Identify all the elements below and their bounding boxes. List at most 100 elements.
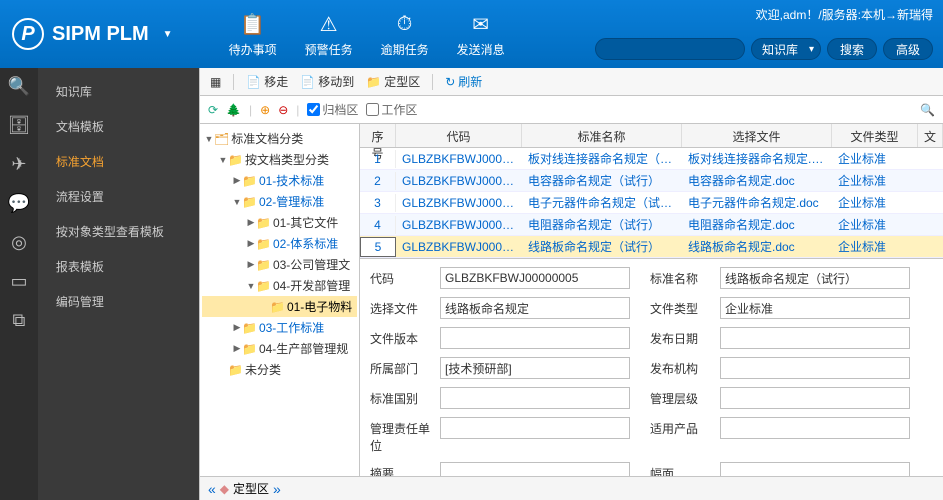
module-icon-7[interactable]: ⧉ <box>13 310 26 331</box>
logo[interactable]: P SIPM PLM ▼ <box>0 18 185 50</box>
field-selFile[interactable] <box>440 297 630 319</box>
nav-item-4[interactable]: 按对象类型查看模板 <box>38 214 199 249</box>
field-pubDate[interactable] <box>720 327 910 349</box>
search-button[interactable]: 搜索 <box>827 38 877 60</box>
category-tree: ▼🗂标准文档分类▼📁按文档类型分类▶📁01-技术标准▼📁02-管理标准▶📁01-… <box>200 124 360 476</box>
nav-item-1[interactable]: 文档模板 <box>38 109 199 144</box>
move-button[interactable]: 📄移走 <box>246 73 288 90</box>
tree-node-9[interactable]: ▶📁03-工作标准 <box>202 317 357 338</box>
module-icon-2[interactable]: 🗄 <box>8 115 31 136</box>
archive-checkbox[interactable]: 归档区 <box>307 101 358 118</box>
detail-row: 文件版本发布日期 <box>370 327 933 349</box>
tree-node-3[interactable]: ▼📁02-管理标准 <box>202 191 357 212</box>
col-header-3[interactable]: 选择文件 <box>682 124 832 147</box>
content: ▼🗂标准文档分类▼📁按文档类型分类▶📁01-技术标准▼📁02-管理标准▶📁01-… <box>200 124 943 476</box>
field-mgmtLevel[interactable] <box>720 387 910 409</box>
tree-node-5[interactable]: ▶📁02-体系标准 <box>202 233 357 254</box>
tree-node-8[interactable]: 📁01-电子物料 <box>202 296 357 317</box>
col-header-0[interactable]: 序号 <box>360 124 396 147</box>
chevron-down-icon[interactable]: ▼ <box>163 29 173 40</box>
search-scope-combo[interactable]: 知识库 <box>751 38 821 60</box>
field-dept[interactable] <box>440 357 630 379</box>
detail-row: 管理责任单位适用产品 <box>370 417 933 454</box>
icon-sidebar: 🔍 🗄 ✈ 💬 ◎ ▭ ⧉ <box>0 68 38 500</box>
table-row[interactable]: 3GLBZBKFBWJ0000...电子元器件命名规定（试行）电子元器件命名规定… <box>360 192 943 214</box>
nav-item-6[interactable]: 编码管理 <box>38 284 199 319</box>
field-stdName[interactable] <box>720 267 910 289</box>
table-row[interactable]: 1GLBZBKFBWJ0000...板对线连接器命名规定（试...板对线连接器命… <box>360 148 943 170</box>
tree-node-2[interactable]: ▶📁01-技术标准 <box>202 170 357 191</box>
main-area: ▦ 📄移走 📄移动到 📁定型区 ↻ 刷新 ⟳ 🌲 | ⊕ ⊖ | 归档区 工作区… <box>199 68 943 500</box>
data-grid: 序号代码标准名称选择文件文件类型文 1GLBZBKFBWJ0000...板对线连… <box>360 124 943 476</box>
tree-icon[interactable]: 🌲 <box>226 103 241 117</box>
module-icon-4[interactable]: 💬 <box>8 193 30 214</box>
field-fileVer[interactable] <box>440 327 630 349</box>
col-header-2[interactable]: 标准名称 <box>522 124 682 147</box>
add-icon[interactable]: ⊕ <box>260 103 270 117</box>
field-fileType[interactable] <box>720 297 910 319</box>
header-btn-0[interactable]: 📋待办事项 <box>215 7 291 62</box>
work-checkbox[interactable]: 工作区 <box>366 101 417 118</box>
remove-icon[interactable]: ⊖ <box>278 103 288 117</box>
grid-header: 序号代码标准名称选择文件文件类型文 <box>360 124 943 148</box>
header-btn-1[interactable]: ⚠预警任务 <box>291 7 367 62</box>
module-icon-1[interactable]: 🔍 <box>8 76 30 97</box>
table-row[interactable]: 2GLBZBKFBWJ0000...电容器命名规定（试行）电容器命名规定.doc… <box>360 170 943 192</box>
detail-row: 所属部门发布机构 <box>370 357 933 379</box>
bracket-right-icon[interactable]: » <box>273 481 281 497</box>
bracket-left-icon[interactable]: « <box>208 481 216 497</box>
search-icon[interactable]: 🔍 <box>920 103 935 117</box>
module-icon-5[interactable]: ◎ <box>11 232 27 253</box>
search-input[interactable] <box>595 38 745 60</box>
tree-node-0[interactable]: ▼🗂标准文档分类 <box>202 128 357 149</box>
refresh-button[interactable]: ↻ 刷新 <box>445 73 482 90</box>
nav-item-5[interactable]: 报表模板 <box>38 249 199 284</box>
header-buttons: 📋待办事项⚠预警任务⏱逾期任务✉发送消息 <box>215 7 519 62</box>
header-btn-3[interactable]: ✉发送消息 <box>443 7 519 62</box>
field-width[interactable] <box>720 462 910 476</box>
advanced-button[interactable]: 高级 <box>883 38 933 60</box>
tree-node-11[interactable]: 📁未分类 <box>202 359 357 380</box>
col-header-1[interactable]: 代码 <box>396 124 522 147</box>
table-row[interactable]: 4GLBZBKFBWJ0000...电阻器命名规定（试行）电阻器命名规定.doc… <box>360 214 943 236</box>
reload-icon[interactable]: ⟳ <box>208 103 218 117</box>
search-scope-label: 知识库 <box>762 41 798 58</box>
nav-item-3[interactable]: 流程设置 <box>38 179 199 214</box>
header-search: 知识库 搜索 高级 <box>595 38 933 60</box>
tree-node-7[interactable]: ▼📁04-开发部管理 <box>202 275 357 296</box>
nav-item-0[interactable]: 知识库 <box>38 74 199 109</box>
field-summary[interactable] <box>440 462 630 476</box>
detail-row: 选择文件文件类型 <box>370 297 933 319</box>
nav-item-2[interactable]: 标准文档 <box>38 144 199 179</box>
toolbar: ▦ 📄移走 📄移动到 📁定型区 ↻ 刷新 <box>200 68 943 96</box>
tree-node-10[interactable]: ▶📁04-生产部管理规 <box>202 338 357 359</box>
body: 🔍 🗄 ✈ 💬 ◎ ▭ ⧉ 知识库文档模板标准文档流程设置按对象类型查看模板报表… <box>0 68 943 500</box>
col-header-4[interactable]: 文件类型 <box>832 124 918 147</box>
field-stdCountry[interactable] <box>440 387 630 409</box>
field-pubOrg[interactable] <box>720 357 910 379</box>
header: P SIPM PLM ▼ 📋待办事项⚠预警任务⏱逾期任务✉发送消息 欢迎,adm… <box>0 0 943 68</box>
welcome-text: 欢迎,adm！/服务器:本机→新瑞得 <box>756 6 933 23</box>
module-icon-6[interactable]: ▭ <box>10 271 27 292</box>
tree-node-6[interactable]: ▶📁03-公司管理文 <box>202 254 357 275</box>
grid-body: 1GLBZBKFBWJ0000...板对线连接器命名规定（试...板对线连接器命… <box>360 148 943 258</box>
stereo-button[interactable]: 📁定型区 <box>366 73 420 90</box>
footer-tab[interactable]: 定型区 <box>233 480 269 497</box>
field-mgmtUnit[interactable] <box>440 417 630 439</box>
header-btn-2[interactable]: ⏱逾期任务 <box>367 7 443 62</box>
toolbar-extra-1[interactable]: ▦ <box>210 75 221 89</box>
detail-row: 标准国别管理层级 <box>370 387 933 409</box>
sub-toolbar: ⟳ 🌲 | ⊕ ⊖ | 归档区 工作区 🔍 <box>200 96 943 124</box>
logo-icon: P <box>12 18 44 50</box>
detail-panel: 代码标准名称选择文件文件类型文件版本发布日期所属部门发布机构标准国别管理层级管理… <box>360 258 943 476</box>
tree-node-4[interactable]: ▶📁01-其它文件 <box>202 212 357 233</box>
footer: « ◆ 定型区 » <box>200 476 943 500</box>
table-row[interactable]: 5GLBZBKFBWJ0000...线路板命名规定（试行）线路板命名规定.doc… <box>360 236 943 258</box>
move-to-button[interactable]: 📄移动到 <box>300 73 354 90</box>
module-icon-3[interactable]: ✈ <box>11 154 26 175</box>
tree-node-1[interactable]: ▼📁按文档类型分类 <box>202 149 357 170</box>
app-title: SIPM PLM <box>52 23 149 46</box>
detail-row: 摘要幅面 <box>370 462 933 476</box>
field-product[interactable] <box>720 417 910 439</box>
field-code[interactable] <box>440 267 630 289</box>
